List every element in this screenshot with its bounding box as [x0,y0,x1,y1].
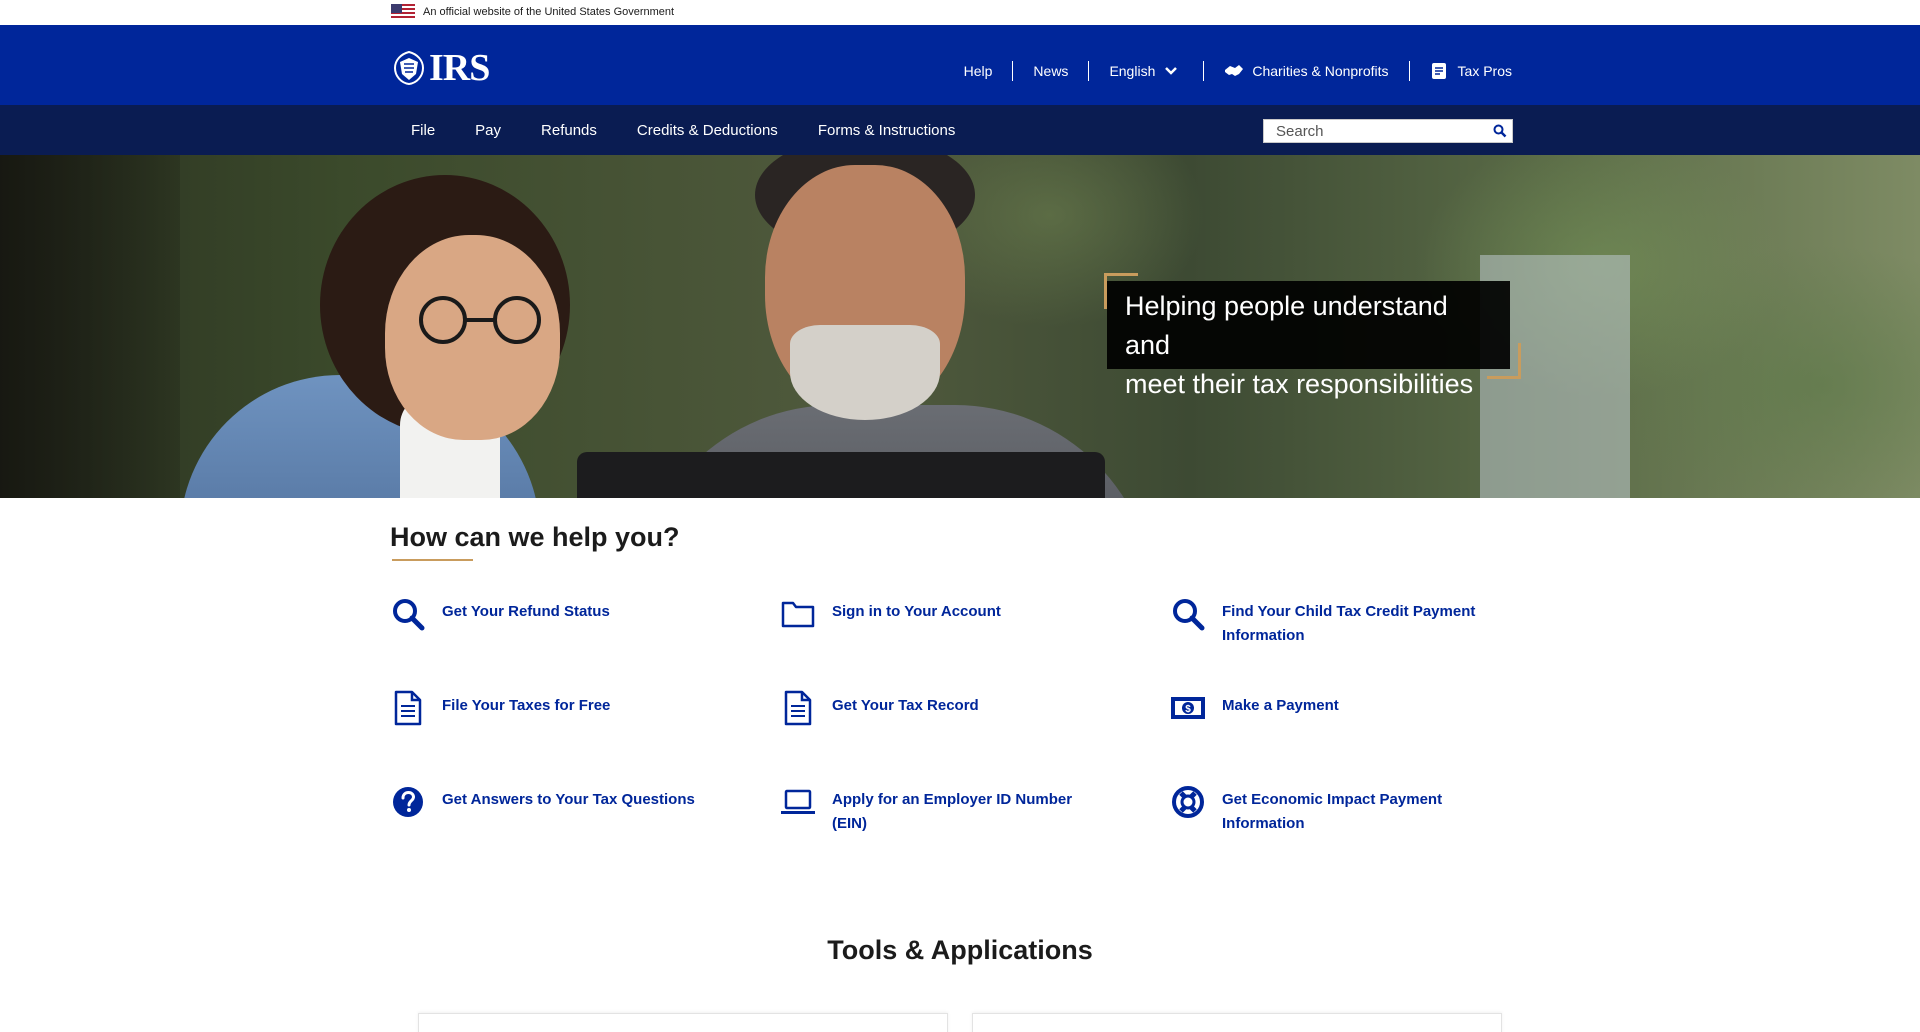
handshake-icon [1224,62,1244,80]
site-header: IRS Help News English Charities & Nonpro… [0,25,1920,105]
laptop-icon [780,784,816,820]
util-news-label: News [1033,63,1069,79]
help-link-label: Make a Payment [1222,697,1339,714]
search-input[interactable] [1264,120,1487,142]
main-nav: File Pay Refunds Credits & Deductions Fo… [0,105,1920,155]
help-heading: How can we help you? [390,522,680,552]
nav-pay[interactable]: Pay [455,122,521,139]
hero-banner: Helping people understand and meet their… [0,155,1920,498]
help-link-label: Get Economic Impact Payment Information [1222,791,1443,832]
help-link-tax-questions[interactable]: Get Answers to Your Tax Questions [390,784,695,820]
tagline-line-2: meet their tax responsibilities [1125,369,1474,399]
us-flag-icon [391,4,415,20]
util-help-link[interactable]: Help [944,61,1013,81]
language-selector[interactable]: English [1088,61,1203,81]
tagline-line-1: Helping people understand and [1125,291,1448,360]
util-taxpros-link[interactable]: Tax Pros [1408,61,1512,81]
util-news-link[interactable]: News [1012,61,1088,81]
folder-icon [780,596,816,632]
help-link-label: Get Your Refund Status [442,603,610,620]
document-icon [1430,62,1450,80]
search-icon [1493,124,1506,138]
heading-underline [392,559,473,561]
help-link-label: Get Answers to Your Tax Questions [442,791,695,808]
help-link-tax-record[interactable]: Get Your Tax Record [780,690,979,726]
document-icon [390,690,426,726]
language-label: English [1109,63,1156,79]
search-box [1263,119,1513,143]
document-icon [780,690,816,726]
utility-nav: Help News English Charities & Nonprofits… [944,61,1512,81]
help-link-label: Get Your Tax Record [832,697,979,714]
chevron-down-icon [1163,62,1183,80]
help-link-child-tax-credit[interactable]: Find Your Child Tax Credit Payment Infor… [1170,596,1492,648]
lifebuoy-icon [1170,784,1206,820]
help-link-label: Find Your Child Tax Credit Payment Infor… [1222,603,1476,644]
tools-heading: Tools & Applications [827,935,1093,965]
help-link-label: Apply for an Employer ID Number (EIN) [832,791,1073,832]
util-taxpros-label: Tax Pros [1457,63,1512,79]
util-charities-link[interactable]: Charities & Nonprofits [1203,61,1408,81]
irs-logo[interactable]: IRS [391,47,490,89]
tool-card[interactable] [972,1013,1502,1032]
question-icon [390,784,426,820]
nav-refunds[interactable]: Refunds [521,122,617,139]
nav-forms-instructions[interactable]: Forms & Instructions [798,122,976,139]
gov-banner: An official website of the United States… [0,0,1920,25]
nav-credits-deductions[interactable]: Credits & Deductions [617,122,798,139]
help-link-label: File Your Taxes for Free [442,697,611,714]
search-icon [390,596,426,632]
help-link-label: Sign in to Your Account [832,603,1001,620]
help-link-ein[interactable]: Apply for an Employer ID Number (EIN) [780,784,1102,836]
tool-card[interactable] [418,1013,948,1032]
help-link-refund-status[interactable]: Get Your Refund Status [390,596,610,632]
help-link-file-free[interactable]: File Your Taxes for Free [390,690,610,726]
eagle-emblem-icon [391,50,427,86]
search-icon [1170,596,1206,632]
logo-text: IRS [429,47,490,89]
laptop-image [577,452,1105,498]
search-button[interactable] [1487,120,1512,142]
help-link-economic-impact[interactable]: Get Economic Impact Payment Information [1170,784,1492,836]
money-icon: $ [1170,690,1206,726]
gov-banner-text: An official website of the United States… [423,6,675,18]
nav-file[interactable]: File [391,122,455,139]
svg-text:$: $ [1185,704,1191,715]
util-charities-label: Charities & Nonprofits [1252,63,1389,79]
help-link-make-payment[interactable]: $ Make a Payment [1170,690,1339,726]
util-help-label: Help [963,63,993,79]
help-link-sign-in[interactable]: Sign in to Your Account [780,596,1001,632]
